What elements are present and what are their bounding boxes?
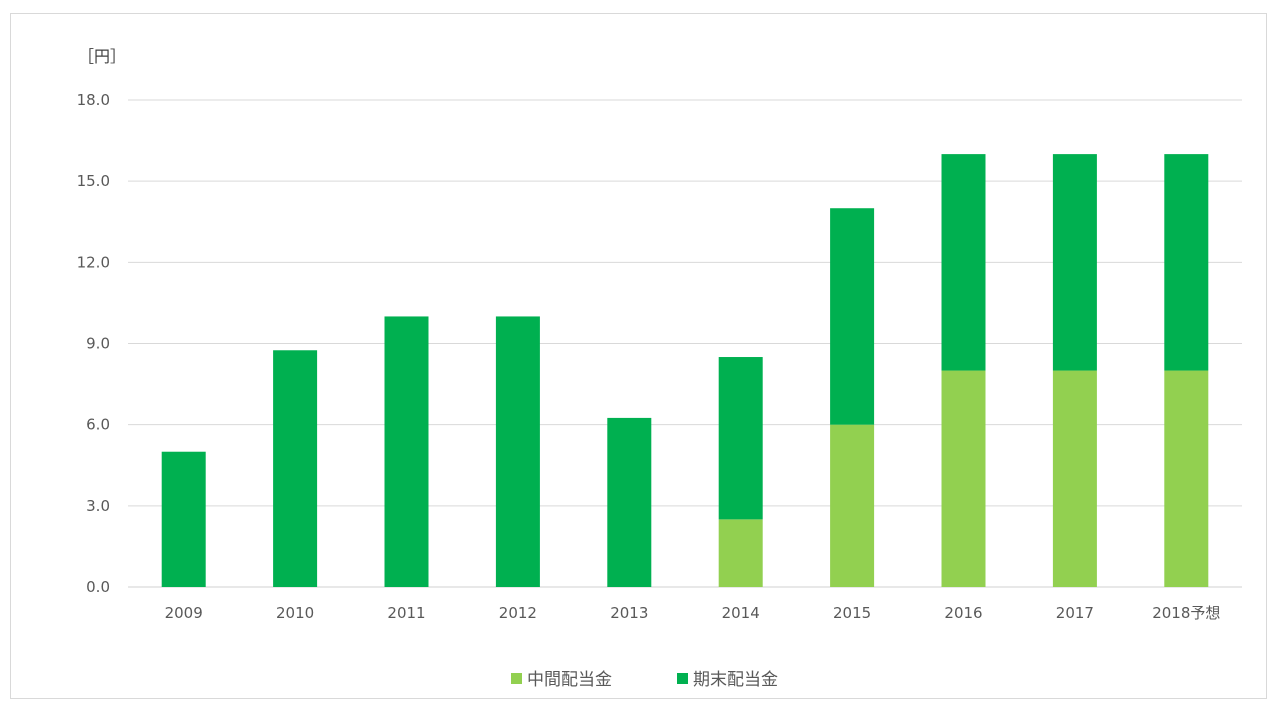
- bar-year-end-dividend-2009: [161, 451, 206, 587]
- x-tick-label: 2017: [1056, 604, 1094, 622]
- x-tick-label: 2013: [610, 604, 648, 622]
- bar-interim-dividend-2015: [830, 424, 875, 587]
- bar-year-end-dividend-2011: [384, 316, 429, 587]
- bar-year-end-dividend-2012: [495, 316, 540, 587]
- bar-interim-dividend-2018予想: [1164, 370, 1209, 587]
- y-tick-label: 0.0: [86, 578, 110, 596]
- y-axis-unit-label: ［円］: [78, 47, 126, 66]
- x-tick-label: 2015: [833, 604, 871, 622]
- x-tick-label: 2010: [276, 604, 314, 622]
- legend-swatch-year-end: [677, 673, 688, 684]
- y-tick-label: 15.0: [77, 172, 110, 190]
- legend-label-interim: 中間配当金: [527, 670, 612, 690]
- bar-year-end-dividend-2013: [607, 417, 652, 587]
- x-tick-label: 2014: [722, 604, 760, 622]
- bar-interim-dividend-2017: [1052, 370, 1097, 587]
- bar-interim-dividend-2014: [718, 519, 763, 587]
- y-tick-label: 6.0: [86, 416, 110, 434]
- bar-year-end-dividend-2018予想: [1164, 154, 1209, 371]
- y-tick-label: 18.0: [77, 91, 110, 109]
- bars: [161, 154, 1209, 587]
- bar-year-end-dividend-2014: [718, 357, 763, 520]
- y-tick-label: 9.0: [86, 335, 110, 353]
- x-tick-label: 2009: [165, 604, 203, 622]
- y-axis-ticks: 0.0 3.0 6.0 9.0 12.0 15.0 18.0: [77, 91, 110, 596]
- bar-year-end-dividend-2010: [273, 350, 318, 587]
- y-tick-label: 3.0: [86, 497, 110, 515]
- legend-label-year-end: 期末配当金: [693, 670, 778, 690]
- x-tick-label: 2018予想: [1152, 604, 1220, 622]
- bar-interim-dividend-2016: [941, 370, 986, 587]
- legend: 中間配当金 期末配当金: [511, 670, 778, 690]
- x-tick-label: 2011: [387, 604, 425, 622]
- dividend-chart: ［円］ 0.0 3.0 6.0 9.0 12.0 15.0 18.0 2009 2010 201…: [77, 47, 1242, 690]
- x-tick-label: 2012: [499, 604, 537, 622]
- legend-swatch-interim: [511, 673, 522, 684]
- x-axis-ticks: 2009 2010 2011 2012 2013 2014 2015 2016 2017 2018…: [165, 604, 1221, 622]
- bar-year-end-dividend-2016: [941, 154, 986, 371]
- bar-year-end-dividend-2017: [1052, 154, 1097, 371]
- y-tick-label: 12.0: [77, 253, 110, 271]
- x-tick-label: 2016: [944, 604, 982, 622]
- bar-year-end-dividend-2015: [830, 208, 875, 425]
